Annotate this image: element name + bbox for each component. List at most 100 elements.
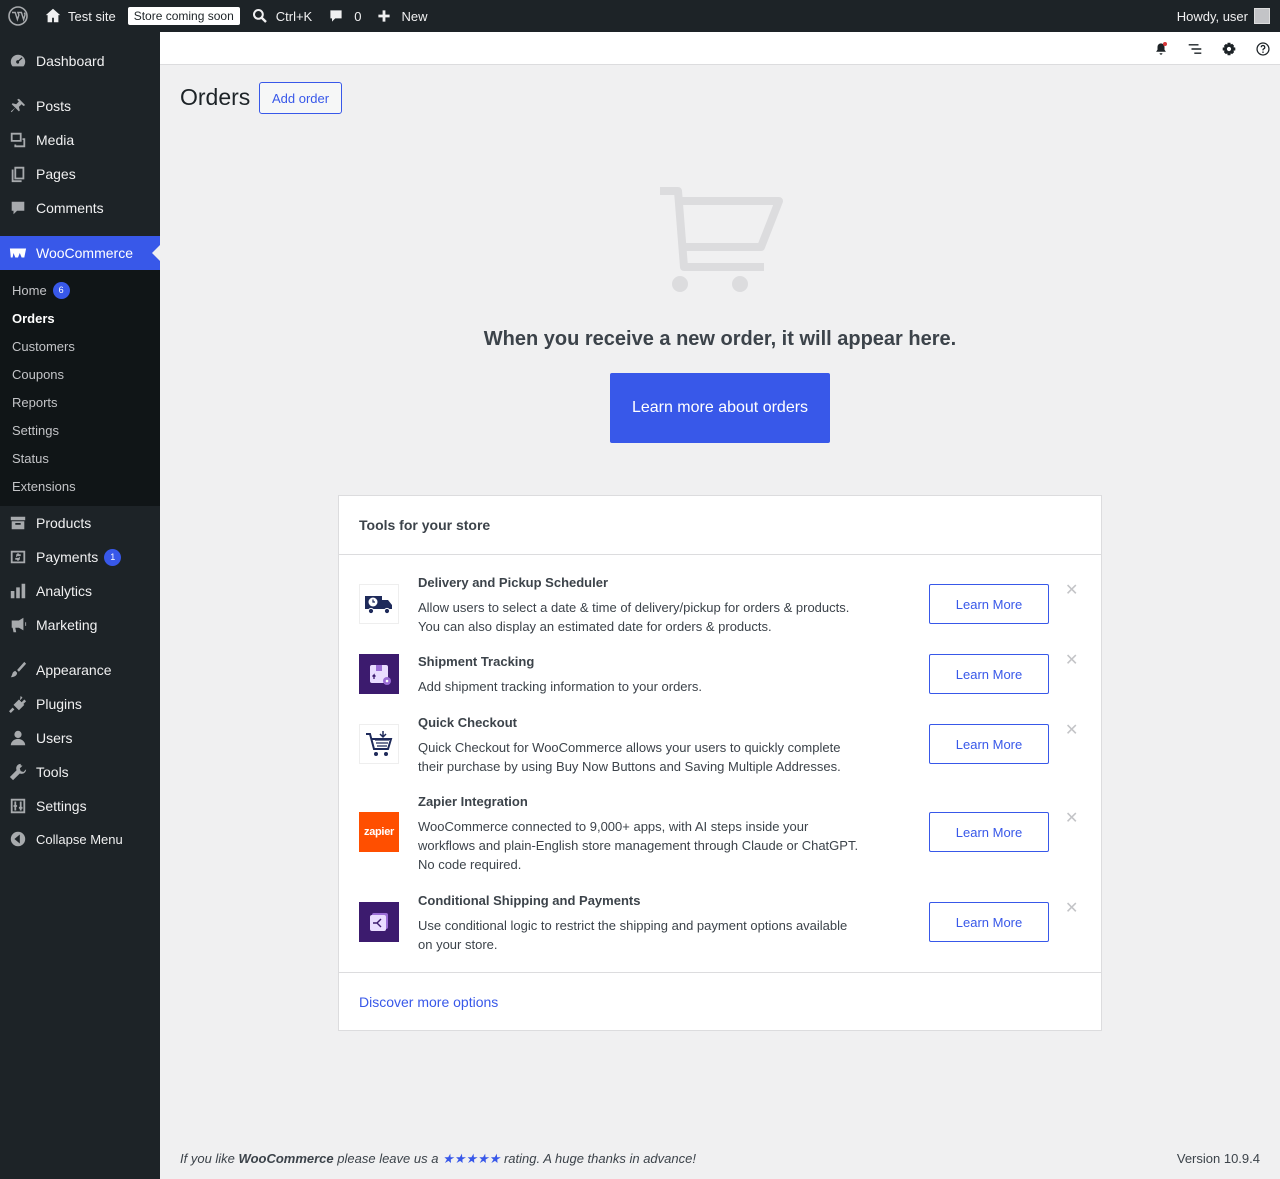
tool-title: Delivery and Pickup Scheduler bbox=[418, 575, 609, 590]
conditional-icon bbox=[359, 902, 399, 942]
tool-description: Use conditional logic to restrict the sh… bbox=[418, 918, 848, 952]
dismiss-icon[interactable]: ✕ bbox=[1065, 808, 1078, 828]
avatar bbox=[1254, 8, 1270, 24]
discover-more-link[interactable]: Discover more options bbox=[339, 972, 1101, 1031]
tool-learn-more-button[interactable]: Learn More bbox=[929, 812, 1049, 852]
activity-button[interactable] bbox=[1178, 32, 1212, 65]
notification-dot bbox=[1163, 42, 1167, 46]
sidebar-item-appearance[interactable]: Appearance bbox=[0, 653, 160, 687]
sidebar-item-label: Tools bbox=[36, 764, 69, 780]
search-shortcut: Ctrl+K bbox=[275, 8, 313, 24]
submenu-label: Coupons bbox=[12, 366, 65, 382]
tool-description: Add shipment tracking information to you… bbox=[418, 679, 702, 694]
dismiss-icon[interactable]: ✕ bbox=[1065, 898, 1078, 918]
command-palette-button[interactable]: Ctrl+K bbox=[244, 0, 320, 32]
tool-title: Quick Checkout bbox=[418, 715, 517, 730]
footer-rating-text: If you like WooCommerce please leave us … bbox=[180, 1151, 696, 1167]
notifications-button[interactable] bbox=[1144, 32, 1178, 65]
tool-learn-more-button[interactable]: Learn More bbox=[929, 654, 1049, 694]
sidebar-item-posts[interactable]: Posts bbox=[0, 89, 160, 123]
sidebar-item-products[interactable]: Products bbox=[0, 506, 160, 540]
user-icon bbox=[0, 729, 36, 747]
sidebar-item-label: Dashboard bbox=[36, 53, 105, 69]
admin-bar: Test site Store coming soon Ctrl+K 0 New… bbox=[0, 0, 1280, 32]
wordpress-logo-icon[interactable] bbox=[0, 0, 36, 32]
tool-learn-more-button[interactable]: Learn More bbox=[929, 724, 1049, 764]
collapse-menu-button[interactable]: Collapse Menu bbox=[0, 822, 160, 856]
submenu-item-reports[interactable]: Reports bbox=[0, 388, 160, 416]
comments-link[interactable]: 0 bbox=[320, 0, 369, 32]
footer-middle: please leave us a bbox=[333, 1151, 443, 1166]
sidebar-item-dashboard[interactable]: Dashboard bbox=[0, 44, 160, 78]
search-icon bbox=[252, 9, 267, 23]
rating-stars-link[interactable]: ★★★★★ bbox=[442, 1151, 500, 1166]
sidebar-item-analytics[interactable]: Analytics bbox=[0, 574, 160, 608]
store-status-badge[interactable]: Store coming soon bbox=[127, 7, 240, 25]
wrench-icon bbox=[0, 763, 36, 781]
help-button[interactable] bbox=[1246, 32, 1280, 65]
submenu-item-extensions[interactable]: Extensions bbox=[0, 472, 160, 500]
sidebar-item-payments[interactable]: Payments 1 bbox=[0, 540, 160, 574]
media-icon bbox=[0, 131, 36, 149]
learn-more-orders-button[interactable]: Learn more about orders bbox=[610, 373, 830, 443]
sidebar-item-label: Posts bbox=[36, 98, 72, 114]
submenu-item-status[interactable]: Status bbox=[0, 444, 160, 472]
zapier-logo: zapier bbox=[359, 812, 399, 852]
woocommerce-submenu: Home 6 Orders Customers Coupons Reports S… bbox=[0, 270, 160, 506]
sidebar-item-woocommerce[interactable]: WooCommerce bbox=[0, 236, 160, 270]
gear-icon bbox=[1222, 42, 1236, 55]
pin-icon bbox=[0, 97, 36, 115]
footer-suffix: rating. A huge thanks in advance! bbox=[500, 1151, 696, 1166]
chart-icon bbox=[0, 582, 36, 600]
page-title: Orders bbox=[180, 84, 251, 110]
new-content-button[interactable]: New bbox=[369, 0, 435, 32]
help-icon bbox=[1256, 41, 1270, 56]
submenu-item-settings[interactable]: Settings bbox=[0, 416, 160, 444]
settings-button[interactable] bbox=[1212, 32, 1246, 65]
empty-cart-illustration bbox=[660, 187, 783, 292]
submenu-label: Reports bbox=[12, 394, 58, 410]
submenu-item-customers[interactable]: Customers bbox=[0, 332, 160, 360]
sidebar-item-users[interactable]: Users bbox=[0, 721, 160, 755]
sidebar-item-comments[interactable]: Comments bbox=[0, 191, 160, 225]
sidebar-item-pages[interactable]: Pages bbox=[0, 157, 160, 191]
shipment-box-icon bbox=[359, 654, 399, 694]
dismiss-icon[interactable]: ✕ bbox=[1065, 580, 1078, 600]
sidebar-item-label: Settings bbox=[36, 798, 87, 814]
sidebar-item-label: Users bbox=[36, 730, 73, 746]
tool-learn-more-button[interactable]: Learn More bbox=[929, 584, 1049, 624]
megaphone-icon bbox=[0, 616, 36, 634]
admin-sidebar: Dashboard Posts Media Pages Comments Woo… bbox=[0, 32, 160, 1179]
tool-title: Zapier Integration bbox=[418, 794, 528, 809]
my-account[interactable]: Howdy, user bbox=[1177, 8, 1280, 24]
sidebar-item-tools[interactable]: Tools bbox=[0, 755, 160, 789]
submenu-item-orders[interactable]: Orders bbox=[0, 304, 160, 332]
submenu-item-home[interactable]: Home 6 bbox=[0, 276, 160, 304]
tool-item-delivery: Delivery and Pickup Scheduler Allow user… bbox=[359, 575, 1083, 634]
sidebar-item-label: Plugins bbox=[36, 696, 82, 712]
add-order-button[interactable]: Add order bbox=[259, 82, 343, 114]
collapse-icon bbox=[0, 830, 36, 848]
header-icons bbox=[1144, 32, 1280, 65]
new-label: New bbox=[401, 8, 428, 24]
tool-description: WooCommerce connected to 9,000+ apps, wi… bbox=[418, 819, 859, 872]
sidebar-item-label: Comments bbox=[36, 200, 104, 216]
sidebar-item-plugins[interactable]: Plugins bbox=[0, 687, 160, 721]
sidebar-item-marketing[interactable]: Marketing bbox=[0, 608, 160, 642]
site-name-link[interactable]: Test site bbox=[36, 0, 124, 32]
tool-learn-more-button[interactable]: Learn More bbox=[929, 902, 1049, 942]
comments-count: 0 bbox=[354, 8, 362, 24]
comment-icon bbox=[0, 199, 36, 217]
dismiss-icon[interactable]: ✕ bbox=[1065, 650, 1078, 670]
submenu-label: Orders bbox=[12, 310, 55, 326]
sidebar-item-media[interactable]: Media bbox=[0, 123, 160, 157]
tools-card: Tools for your store Delivery and Pickup… bbox=[338, 495, 1102, 1031]
submenu-item-coupons[interactable]: Coupons bbox=[0, 360, 160, 388]
submenu-label: Customers bbox=[12, 338, 75, 354]
submenu-label: Home bbox=[12, 282, 47, 298]
dismiss-icon[interactable]: ✕ bbox=[1065, 720, 1078, 740]
footer-brand: WooCommerce bbox=[238, 1151, 334, 1166]
sidebar-item-settings[interactable]: Settings bbox=[0, 789, 160, 823]
sidebar-item-label: Media bbox=[36, 132, 75, 148]
tools-heading: Tools for your store bbox=[339, 496, 1101, 555]
